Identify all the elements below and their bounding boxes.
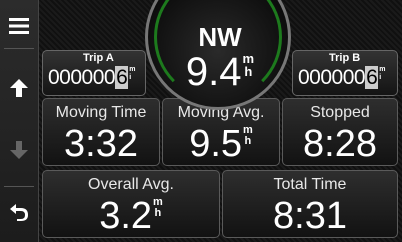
up-arrow-icon xyxy=(10,79,28,97)
trip-b-odometer[interactable]: Trip B 0000006 m i xyxy=(292,50,398,96)
back-icon xyxy=(10,204,28,221)
moving-avg-unit-bottom: h xyxy=(244,135,252,147)
trip-a-unit-bottom: i xyxy=(129,74,131,81)
trip-b-value: 0000006 m i xyxy=(298,66,385,90)
current-speed-value: 9.4 xyxy=(185,50,242,94)
moving-time-tile[interactable]: Moving Time 3:32 xyxy=(42,98,160,166)
stopped-label: Stopped xyxy=(310,104,370,121)
stopped-value: 8:28 xyxy=(303,123,377,165)
nav-strip xyxy=(0,0,39,242)
moving-avg-value-wrap: 9.5 m h xyxy=(163,123,279,165)
trip-a-last-digit: 6 xyxy=(115,66,129,89)
total-time-tile[interactable]: Total Time 8:31 xyxy=(222,170,398,238)
overall-avg-unit-bottom: h xyxy=(154,207,162,219)
trip-b-last-digit: 6 xyxy=(365,66,379,89)
down-arrow-icon xyxy=(10,141,28,159)
total-time-label: Total Time xyxy=(273,176,347,193)
trip-a-unit: mi xyxy=(129,66,135,82)
trip-a-unit-top: m xyxy=(129,66,135,73)
trip-b-unit: mi xyxy=(379,66,385,82)
trip-b-unit-bottom: i xyxy=(379,74,381,81)
menu-icon xyxy=(9,18,29,34)
current-speed-unit: mh xyxy=(243,52,255,78)
moving-avg-unit: mh xyxy=(243,125,253,147)
compass-heading: NW xyxy=(198,22,242,52)
moving-time-label: Moving Time xyxy=(55,104,147,121)
scroll-up-button[interactable] xyxy=(0,68,38,108)
nav-divider xyxy=(4,48,34,49)
current-speed: 9.4 m h xyxy=(145,52,295,92)
overall-avg-value-wrap: 3.2 m h xyxy=(43,195,219,237)
trip-a-digits: 000000 xyxy=(48,66,116,89)
overall-avg-value: 3.2 xyxy=(99,195,153,237)
trip-a-odometer[interactable]: Trip A 0000006 m i xyxy=(42,50,146,96)
current-speed-unit-bottom: h xyxy=(244,64,253,79)
moving-avg-value: 9.5 xyxy=(189,123,243,165)
trip-a-label: Trip A xyxy=(83,52,114,64)
overall-avg-tile[interactable]: Overall Avg. 3.2 m h xyxy=(42,170,220,238)
trip-a-value: 0000006 m i xyxy=(48,66,135,90)
total-time-value: 8:31 xyxy=(273,195,347,237)
trip-b-unit-top: m xyxy=(379,66,385,73)
trip-b-label: Trip B xyxy=(329,52,361,64)
back-button[interactable] xyxy=(0,192,38,232)
scroll-down-button[interactable] xyxy=(0,130,38,170)
trip-b-digits: 000000 xyxy=(298,66,366,89)
stopped-tile[interactable]: Stopped 8:28 xyxy=(282,98,398,166)
moving-time-value: 3:32 xyxy=(64,123,138,165)
menu-button[interactable] xyxy=(0,6,38,46)
overall-avg-unit: mh xyxy=(153,197,163,219)
nav-divider xyxy=(4,186,34,187)
overall-avg-label: Overall Avg. xyxy=(88,176,174,193)
